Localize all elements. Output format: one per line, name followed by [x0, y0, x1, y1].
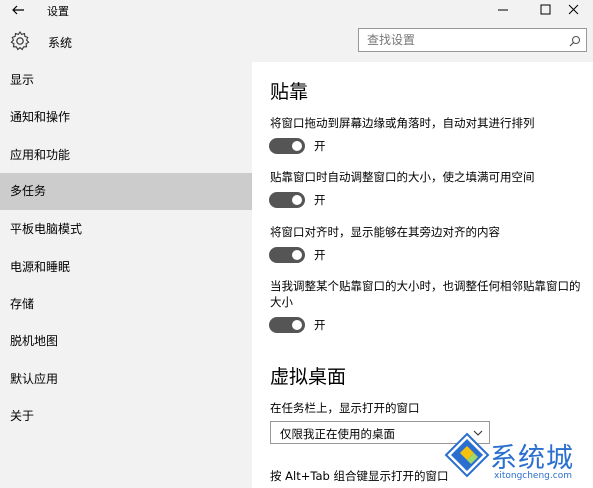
- watermark-logo-icon: [444, 432, 490, 478]
- window-title: 设置: [47, 5, 69, 18]
- snap-toggle-show-next[interactable]: [269, 247, 305, 263]
- snap-option-label: 将窗口拖动到屏幕边缘或角落时，自动对其进行排列: [270, 116, 535, 130]
- toggle-state-label: 开: [314, 193, 326, 207]
- section-title-snap: 贴靠: [270, 81, 309, 103]
- snap-toggle-arrange[interactable]: [269, 138, 305, 154]
- watermark-name: 系统城: [490, 443, 574, 474]
- toggle-state-label: 开: [314, 318, 326, 332]
- watermark-url: xitongcheng.com: [494, 471, 572, 481]
- toggle-knob: [292, 195, 302, 205]
- search-input[interactable]: [367, 33, 557, 47]
- toggle-knob: [292, 141, 302, 151]
- close-button[interactable]: [559, 0, 593, 20]
- minimize-button[interactable]: [480, 0, 525, 20]
- sidebar-item-multitasking[interactable]: 多任务: [0, 173, 252, 210]
- toggle-state-label: 开: [314, 248, 326, 262]
- close-icon: [568, 4, 579, 15]
- minimize-icon: [498, 9, 508, 11]
- dropdown-selected-value: 仅限我正在使用的桌面: [280, 427, 395, 441]
- sidebar-item-about[interactable]: 关于: [0, 398, 252, 435]
- sidebar-item-notifications[interactable]: 通知和操作: [0, 99, 252, 136]
- main-content: 贴靠 将窗口拖动到屏幕边缘或角落时，自动对其进行排列 开 贴靠窗口时自动调整窗口…: [252, 62, 593, 488]
- snap-option-label: 将窗口对齐时，显示能够在其旁边对齐的内容: [270, 225, 500, 239]
- header: 系统: [0, 20, 593, 62]
- watermark: 系统城 xitongcheng.com: [440, 428, 593, 488]
- snap-option-label: 贴靠窗口时自动调整窗口的大小，使之填满可用空间: [270, 170, 535, 184]
- arrow-left-icon: [12, 5, 24, 15]
- sidebar-item-display[interactable]: 显示: [0, 62, 252, 99]
- back-button[interactable]: [8, 2, 28, 18]
- section-title-virtual-desktops: 虚拟桌面: [270, 366, 347, 388]
- sidebar-item-power-sleep[interactable]: 电源和睡眠: [0, 249, 252, 286]
- toggle-knob: [292, 320, 302, 330]
- sidebar-item-storage[interactable]: 存储: [0, 286, 252, 323]
- page-title: 系统: [48, 36, 73, 50]
- toggle-knob: [292, 250, 302, 260]
- toggle-state-label: 开: [314, 139, 326, 153]
- search-box[interactable]: [358, 28, 587, 52]
- title-bar: 设置: [0, 0, 593, 20]
- taskbar-windows-label: 在任务栏上，显示打开的窗口: [270, 401, 420, 415]
- search-icon[interactable]: [568, 33, 582, 47]
- sidebar-item-tablet-mode[interactable]: 平板电脑模式: [0, 211, 252, 248]
- sidebar: 显示 通知和操作 应用和功能 多任务 平板电脑模式 电源和睡眠 存储 脱机地图 …: [0, 62, 252, 488]
- gear-icon: [9, 30, 31, 52]
- sidebar-item-apps[interactable]: 应用和功能: [0, 137, 252, 174]
- sidebar-item-offline-maps[interactable]: 脱机地图: [0, 323, 252, 360]
- snap-toggle-fill-space[interactable]: [269, 192, 305, 208]
- sidebar-item-default-apps[interactable]: 默认应用: [0, 361, 252, 398]
- snap-toggle-resize-adjacent[interactable]: [269, 317, 305, 333]
- snap-option-label: 当我调整某个贴靠窗口的大小时，也调整任何相邻贴靠窗口的大小: [270, 279, 581, 309]
